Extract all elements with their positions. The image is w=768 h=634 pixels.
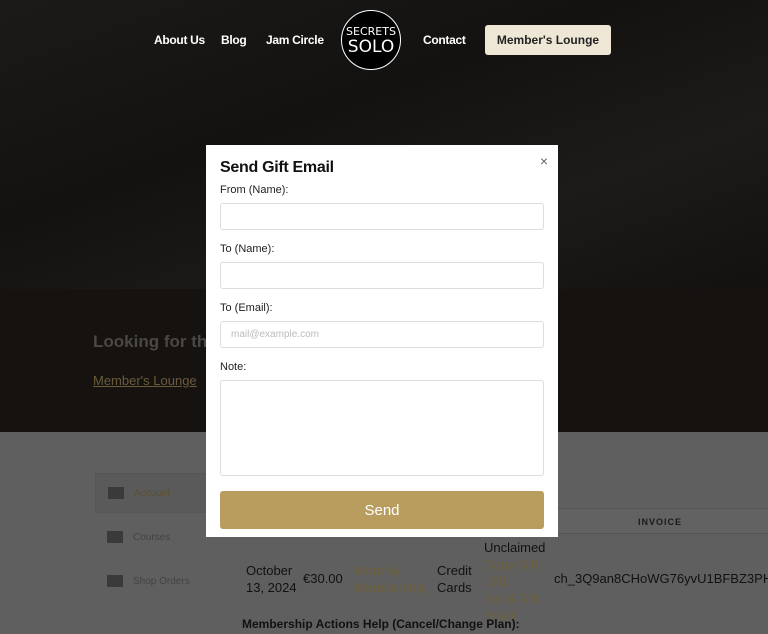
note-textarea[interactable]	[220, 380, 544, 476]
order-amount: €30.00	[303, 571, 343, 586]
from-name-input[interactable]	[220, 203, 544, 230]
nav-about-us[interactable]: About Us	[154, 33, 205, 47]
close-icon[interactable]: ×	[540, 153, 548, 169]
send-gift-email-modal: Send Gift Email × From (Name): To (Name)…	[206, 145, 558, 537]
copy-gift-url-link[interactable]: Copy Gift URL	[484, 556, 544, 590]
logo[interactable]: SECRETS SOLO	[341, 10, 401, 70]
to-name-input[interactable]	[220, 262, 544, 289]
note-label: Note:	[220, 361, 247, 373]
send-button[interactable]: Send	[220, 491, 544, 529]
from-name-label: From (Name):	[220, 184, 289, 196]
main-nav: About Us Blog Jam Circle SECRETS SOLO Con…	[0, 0, 768, 80]
modal-title: Send Gift Email	[220, 159, 334, 176]
band-heading: Looking for the	[93, 332, 217, 351]
account-icon	[108, 487, 124, 499]
nav-blog[interactable]: Blog	[221, 33, 247, 47]
sidebar-item-shop-orders[interactable]: Shop Orders	[95, 561, 225, 601]
card-icon	[107, 575, 123, 587]
video-icon	[107, 531, 123, 543]
members-lounge-button[interactable]: Member's Lounge	[485, 25, 611, 55]
to-name-label: To (Name):	[220, 243, 275, 255]
order-method: Credit Cards	[437, 563, 472, 595]
members-lounge-link[interactable]: Member's Lounge	[93, 373, 197, 388]
nav-contact[interactable]: Contact	[423, 33, 466, 47]
gift-status: Unclaimed	[484, 540, 546, 555]
to-email-label: To (Email):	[220, 302, 273, 314]
order-date: October 13, 2024	[246, 563, 297, 595]
to-email-input[interactable]	[220, 321, 544, 348]
invoice-id: ch_3Q9an8CHoWG76yvU1BFBZ3PH	[554, 571, 768, 586]
membership-actions-help: Membership Actions Help (Cancel/Change P…	[242, 617, 520, 631]
order-plan-link[interactable]: Monthly Membership	[355, 562, 435, 596]
nav-jam-circle[interactable]: Jam Circle	[266, 33, 324, 47]
